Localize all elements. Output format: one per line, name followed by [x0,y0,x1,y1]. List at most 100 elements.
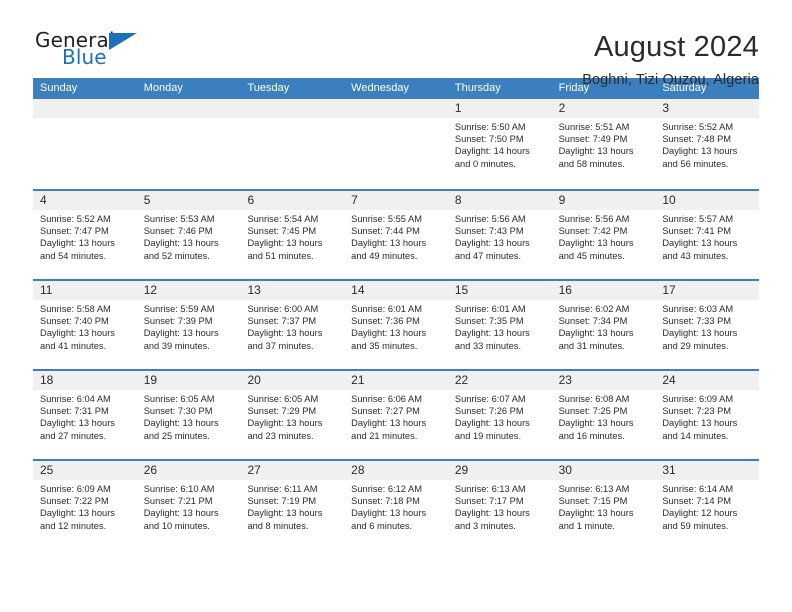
day-sun-info: Sunrise: 6:09 AM Sunset: 7:22 PM Daylight:… [33,480,137,532]
day-cell[interactable]: 25 Sunrise: 6:09 AM Sunset: 7:22 PM Dayligh… [33,461,137,549]
sunrise-text: Sunrise: 5:59 AM [143,304,215,314]
day-sun-info: Sunrise: 6:07 AM Sunset: 7:26 PM Daylight:… [448,390,552,442]
daylight-text: Daylight: 13 hours and 58 minutes. [558,146,634,169]
day-sun-info: Sunrise: 5:55 AM Sunset: 7:44 PM Daylight:… [344,210,448,262]
day-cell[interactable]: 27 Sunrise: 6:11 AM Sunset: 7:19 PM Dayligh… [240,461,345,549]
page-title: August 2024 [593,31,759,63]
day-cell[interactable]: 29 Sunrise: 6:13 AM Sunset: 7:17 PM Dayligh… [447,461,552,549]
sunset-text: Sunset: 7:44 PM [351,226,420,237]
day-number: 3 [655,99,760,118]
day-number: 6 [240,191,345,210]
day-cell[interactable]: 6 Sunrise: 5:54 AM Sunset: 7:45 PM Daylight… [240,191,345,279]
sunset-text: Sunset: 7:15 PM [558,496,628,507]
day-cell[interactable]: 13 Sunrise: 6:00 AM Sunset: 7:37 PM Dayligh… [240,281,345,369]
day-cell[interactable]: 20 Sunrise: 6:05 AM Sunset: 7:29 PM Dayligh… [240,371,345,459]
daylight-text: Daylight: 13 hours and 39 minutes. [143,328,219,351]
sunset-text: Sunset: 7:45 PM [247,226,317,237]
day-cell[interactable]: 21 Sunrise: 6:06 AM Sunset: 7:27 PM Dayligh… [344,371,448,459]
sunset-text: Sunset: 7:49 PM [558,134,628,145]
day-cell[interactable]: 18 Sunrise: 6:04 AM Sunset: 7:31 PM Dayligh… [33,371,137,459]
day-sun-info: Sunrise: 6:12 AM Sunset: 7:18 PM Daylight:… [344,480,448,532]
day-sun-info: Sunrise: 5:56 AM Sunset: 7:42 PM Daylight:… [552,210,656,262]
sunset-text: Sunset: 7:40 PM [40,316,109,327]
day-number [33,99,137,118]
day-cell-empty [344,99,448,189]
day-number: 23 [551,371,656,390]
day-cell[interactable]: 3 Sunrise: 5:52 AM Sunset: 7:48 PM Daylight… [655,99,760,189]
day-cell[interactable]: 28 Sunrise: 6:12 AM Sunset: 7:18 PM Dayligh… [344,461,448,549]
day-cell[interactable]: 23 Sunrise: 6:08 AM Sunset: 7:25 PM Dayligh… [551,371,656,459]
day-sun-info: Sunrise: 5:52 AM Sunset: 7:48 PM Daylight:… [655,118,759,170]
day-cell[interactable]: 10 Sunrise: 5:57 AM Sunset: 7:41 PM Dayligh… [655,191,760,279]
day-sun-info: Sunrise: 6:10 AM Sunset: 7:21 PM Daylight:… [137,480,241,532]
day-number: 13 [240,281,345,300]
day-sun-info: Sunrise: 5:58 AM Sunset: 7:40 PM Daylight:… [33,300,137,352]
day-sun-info: Sunrise: 5:59 AM Sunset: 7:39 PM Daylight:… [137,300,241,352]
day-cell[interactable]: 30 Sunrise: 6:13 AM Sunset: 7:15 PM Dayligh… [551,461,656,549]
sunset-text: Sunset: 7:36 PM [351,316,420,327]
day-cell[interactable]: 14 Sunrise: 6:01 AM Sunset: 7:36 PM Dayligh… [344,281,448,369]
day-cell[interactable]: 22 Sunrise: 6:07 AM Sunset: 7:26 PM Dayligh… [447,371,552,459]
day-cell[interactable]: 7 Sunrise: 5:55 AM Sunset: 7:44 PM Daylight… [344,191,448,279]
day-cell[interactable]: 24 Sunrise: 6:09 AM Sunset: 7:23 PM Dayligh… [655,371,760,459]
day-cell[interactable]: 5 Sunrise: 5:53 AM Sunset: 7:46 PM Daylight… [136,191,241,279]
day-cell-empty [33,99,137,189]
sunrise-text: Sunrise: 5:51 AM [558,122,630,132]
daylight-text: Daylight: 14 hours and 0 minutes. [454,146,530,169]
day-cell[interactable]: 11 Sunrise: 5:58 AM Sunset: 7:40 PM Dayligh… [33,281,137,369]
sunset-text: Sunset: 7:48 PM [662,134,732,145]
day-cell[interactable]: 31 Sunrise: 6:14 AM Sunset: 7:14 PM Dayligh… [655,461,760,549]
sunset-text: Sunset: 7:46 PM [143,226,213,237]
daylight-text: Daylight: 13 hours and 19 minutes. [454,418,530,441]
sunset-text: Sunset: 7:47 PM [40,226,109,237]
day-cell[interactable]: 1 Sunrise: 5:50 AM Sunset: 7:50 PM Daylight… [447,99,552,189]
day-sun-info: Sunrise: 5:52 AM Sunset: 7:47 PM Daylight:… [33,210,137,262]
day-number: 17 [655,281,760,300]
daylight-text: Daylight: 13 hours and 33 minutes. [454,328,530,351]
weekday-header-sunday: Sunday [40,82,78,94]
day-number [240,99,345,118]
daylight-text: Daylight: 12 hours and 59 minutes. [662,508,738,531]
day-sun-info: Sunrise: 6:09 AM Sunset: 7:23 PM Daylight:… [655,390,759,442]
day-number: 5 [136,191,241,210]
sunrise-text: Sunrise: 5:56 AM [454,214,526,224]
sunset-text: Sunset: 7:19 PM [247,496,317,507]
sunrise-text: Sunrise: 5:52 AM [662,122,734,132]
day-cell[interactable]: 9 Sunrise: 5:56 AM Sunset: 7:42 PM Daylight… [551,191,656,279]
weekday-header-friday: Friday [558,82,590,94]
sunset-text: Sunset: 7:41 PM [662,226,732,237]
day-cell[interactable]: 16 Sunrise: 6:02 AM Sunset: 7:34 PM Dayligh… [551,281,656,369]
day-cell[interactable]: 4 Sunrise: 5:52 AM Sunset: 7:47 PM Daylight… [33,191,137,279]
day-number: 20 [240,371,345,390]
daylight-text: Daylight: 13 hours and 16 minutes. [558,418,634,441]
day-number: 29 [447,461,552,480]
sunset-text: Sunset: 7:43 PM [454,226,524,237]
sunrise-text: Sunrise: 5:55 AM [351,214,422,224]
day-sun-info: Sunrise: 6:13 AM Sunset: 7:15 PM Daylight:… [552,480,656,532]
sunset-text: Sunset: 7:42 PM [558,226,628,237]
day-cell[interactable]: 19 Sunrise: 6:05 AM Sunset: 7:30 PM Dayligh… [136,371,241,459]
day-sun-info: Sunrise: 6:05 AM Sunset: 7:29 PM Daylight:… [240,390,344,442]
sunset-text: Sunset: 7:14 PM [662,496,732,507]
day-number: 4 [33,191,137,210]
day-cell[interactable]: 8 Sunrise: 5:56 AM Sunset: 7:43 PM Daylight… [447,191,552,279]
sunrise-text: Sunrise: 6:09 AM [662,394,734,404]
daylight-text: Daylight: 13 hours and 54 minutes. [40,238,115,261]
day-number: 7 [344,191,448,210]
sunrise-text: Sunrise: 6:07 AM [454,394,526,404]
day-cell[interactable]: 17 Sunrise: 6:03 AM Sunset: 7:33 PM Dayligh… [655,281,760,369]
day-number: 15 [447,281,552,300]
daylight-text: Daylight: 13 hours and 6 minutes. [351,508,427,531]
day-cell[interactable]: 15 Sunrise: 6:01 AM Sunset: 7:35 PM Dayligh… [447,281,552,369]
sunrise-text: Sunrise: 6:01 AM [351,304,422,314]
day-cell[interactable]: 12 Sunrise: 5:59 AM Sunset: 7:39 PM Dayligh… [136,281,241,369]
day-cell[interactable]: 2 Sunrise: 5:51 AM Sunset: 7:49 PM Daylight… [551,99,656,189]
daylight-text: Daylight: 13 hours and 3 minutes. [454,508,530,531]
calendar-body: 1 Sunrise: 5:50 AM Sunset: 7:50 PM Daylight… [33,99,760,549]
calendar-page: General Blue August 2024 Boghni, Tizi Ou… [0,0,792,612]
general-blue-logo: General Blue [33,28,153,76]
sunrise-text: Sunrise: 6:04 AM [40,394,111,404]
day-sun-info: Sunrise: 5:56 AM Sunset: 7:43 PM Daylight:… [448,210,552,262]
day-number [136,99,241,118]
day-cell[interactable]: 26 Sunrise: 6:10 AM Sunset: 7:21 PM Dayligh… [136,461,241,549]
